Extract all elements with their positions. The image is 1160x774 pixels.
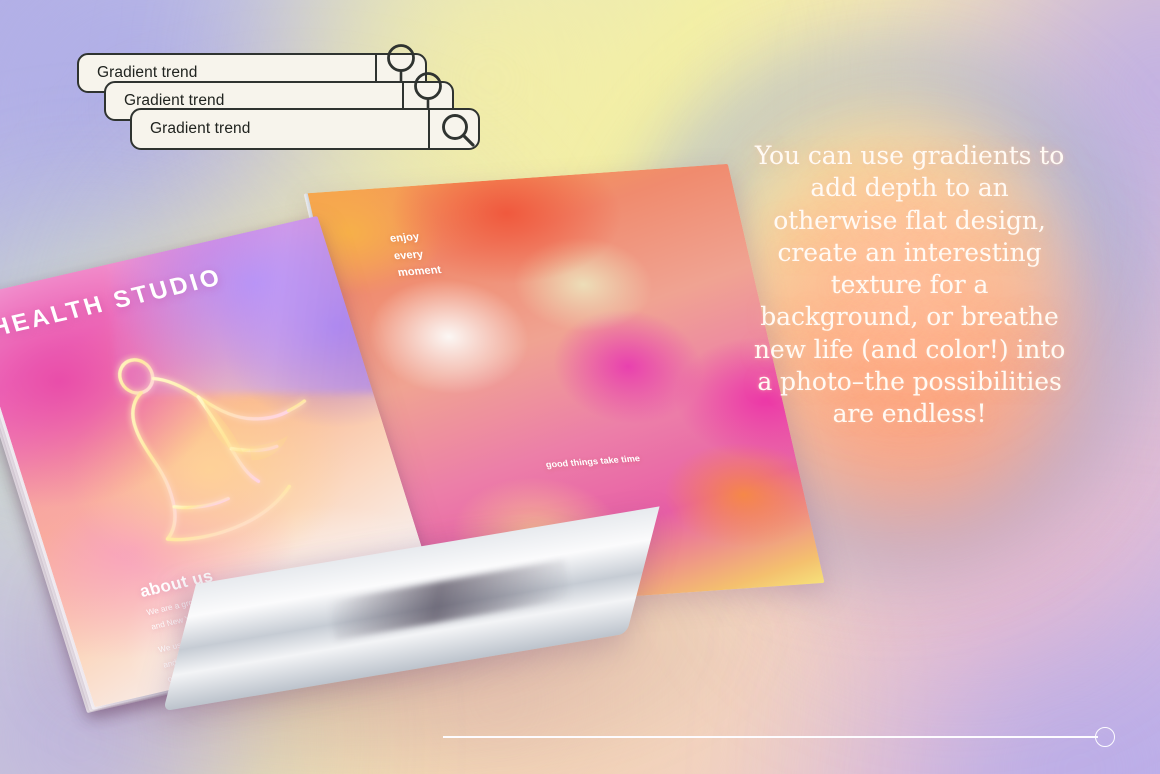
quote-line-1: You can use gradients to xyxy=(754,141,1065,170)
quote-line-3: otherwise flat design, xyxy=(773,205,1046,235)
promo-quote-text: You can use gradients to add depth to an… xyxy=(737,140,1082,430)
slider-track[interactable] xyxy=(443,736,1098,738)
quote-line-5: texture for a xyxy=(830,270,989,299)
right-page-footer-text: good things take time xyxy=(544,453,641,470)
headline-line-3: moment xyxy=(396,264,443,280)
quote-line-6: background, or breathe xyxy=(760,302,1059,332)
progress-slider[interactable] xyxy=(443,727,1115,747)
search-divider-3 xyxy=(428,110,430,148)
quote-line-8: a photo–the possibilities xyxy=(757,366,1062,396)
magnifier-icon-3[interactable] xyxy=(434,110,480,152)
quote-line-2: add depth to an xyxy=(810,173,1009,203)
search-input-3[interactable]: Gradient trend xyxy=(150,120,251,138)
search-bar-3[interactable]: Gradient trend xyxy=(130,108,480,150)
canvas-stage: enjoy every moment good things take time… xyxy=(0,0,1160,774)
magnifier-icon-3-glyph xyxy=(442,114,475,147)
quote-line-7: new life (and color!) into xyxy=(753,334,1066,364)
quote-line-9: are endless! xyxy=(832,399,987,428)
right-page-headline: enjoy every moment xyxy=(388,228,443,282)
search-input-1[interactable]: Gradient trend xyxy=(97,64,198,82)
quote-line-4: create an interesting xyxy=(777,237,1042,267)
slider-knob[interactable] xyxy=(1095,727,1115,747)
